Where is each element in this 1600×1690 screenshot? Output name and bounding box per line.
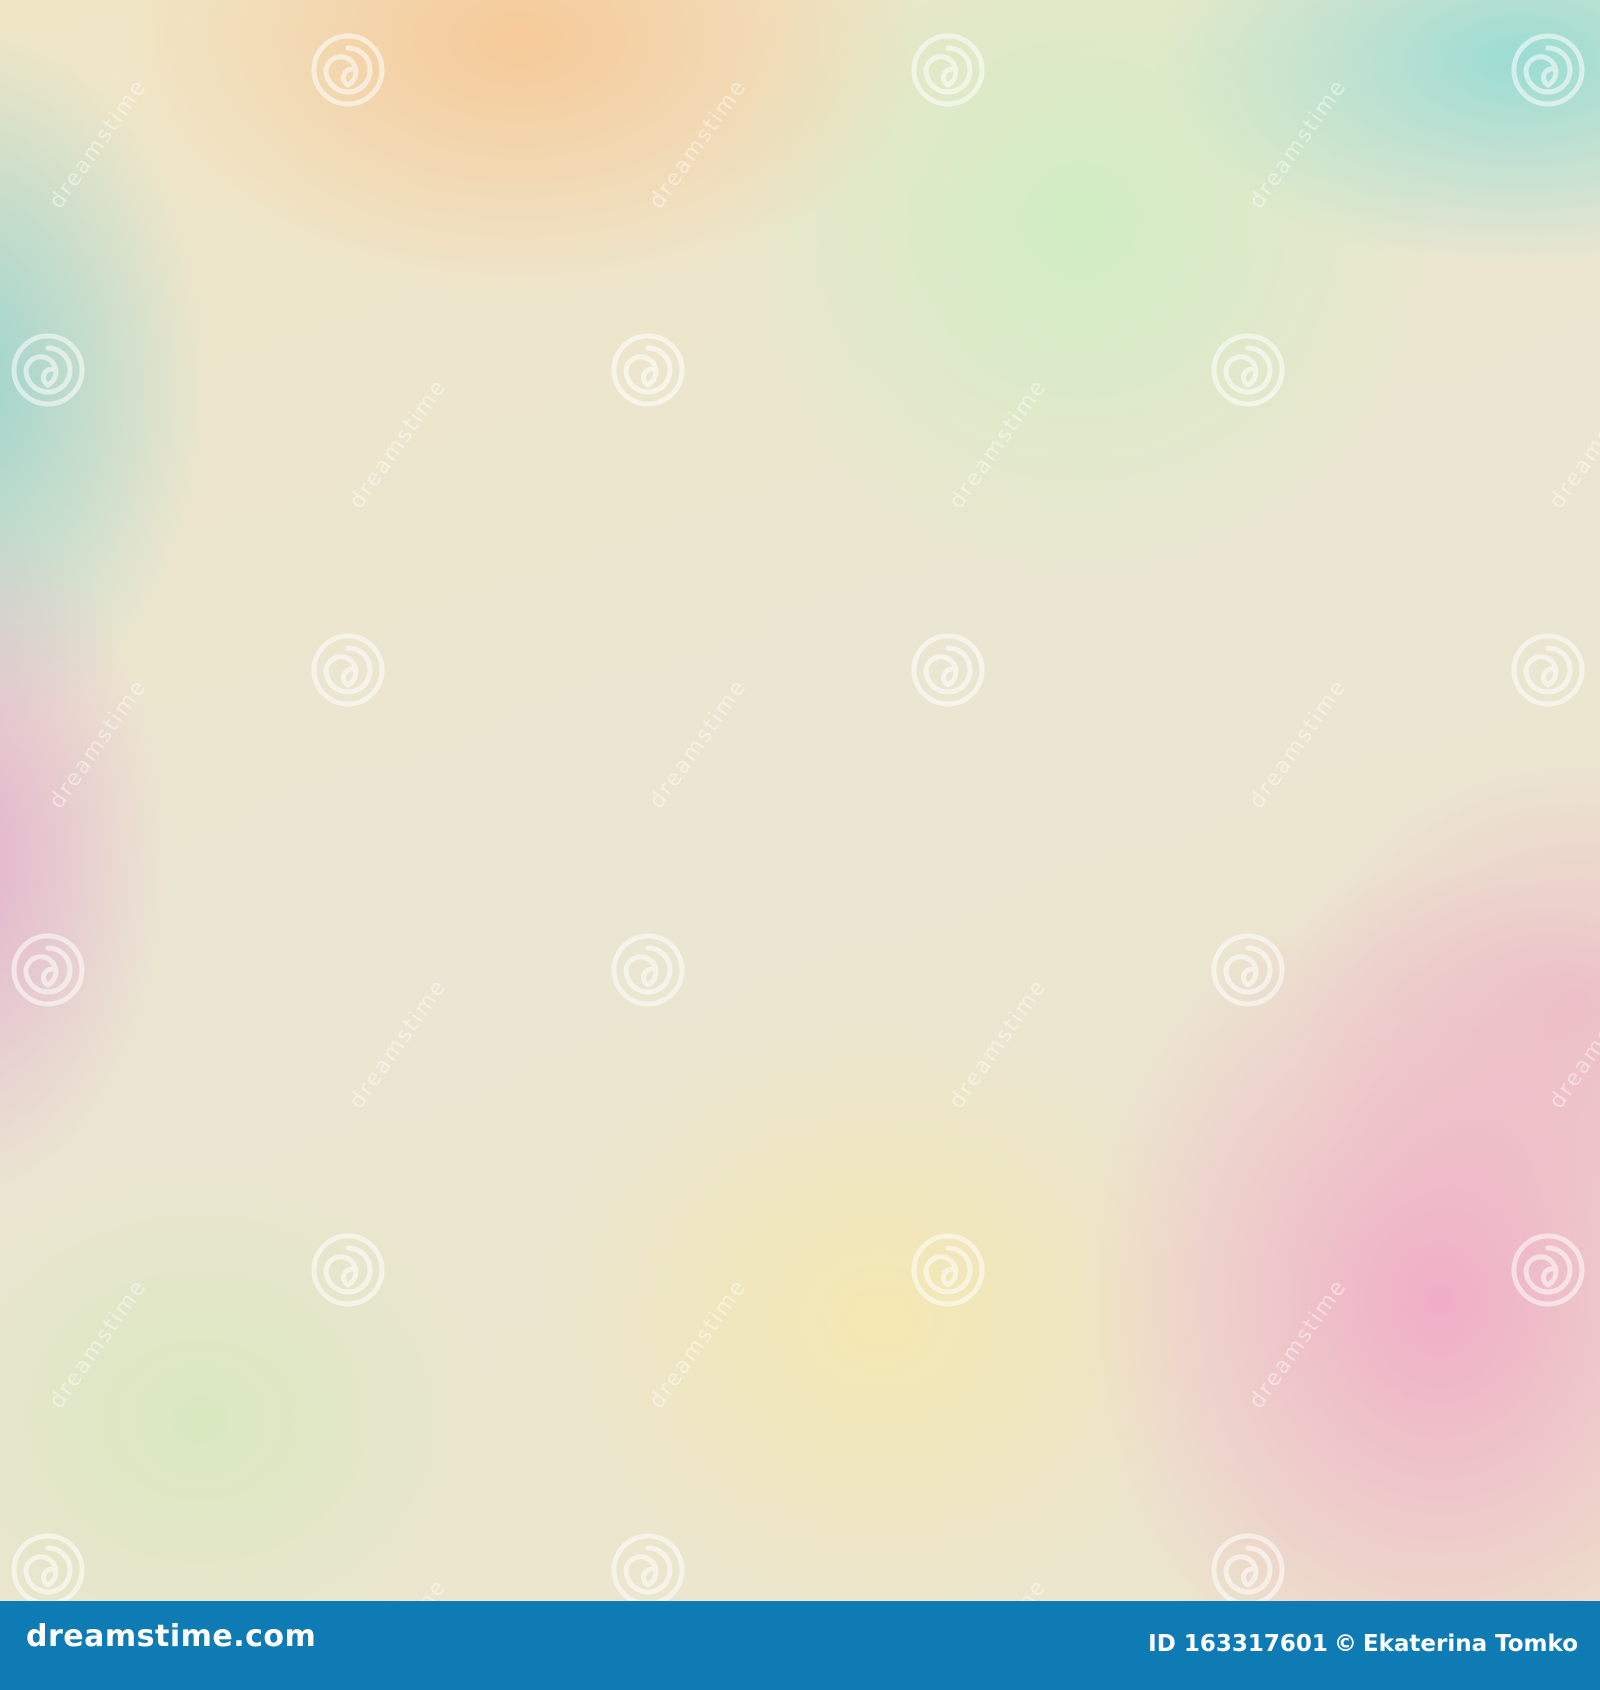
stock-image: dreamstime dreamstime dreamstime dreamstime…	[0, 0, 1600, 1690]
image-id: ID 163317601	[1148, 1631, 1328, 1657]
pastel-gradient-background	[0, 0, 1600, 1601]
author-name: Ekaterina Tomko	[1362, 1631, 1578, 1657]
copyright-symbol: ©	[1333, 1631, 1357, 1657]
footer-bar: dreamstime.com ID 163317601 © Ekaterina To…	[0, 1601, 1600, 1690]
dreamstime-logo[interactable]: dreamstime.com	[26, 1619, 316, 1654]
image-credit: ID 163317601 © Ekaterina Tomko	[1142, 1631, 1578, 1657]
